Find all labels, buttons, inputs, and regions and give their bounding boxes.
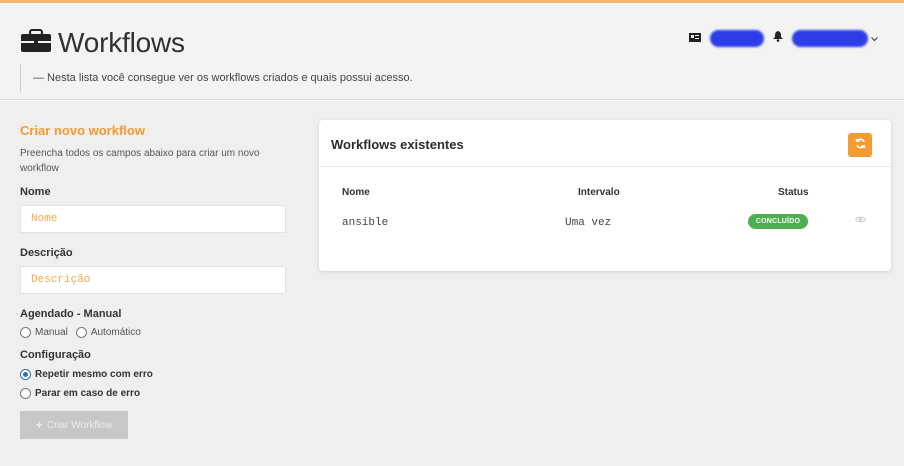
radio-circle-selected[interactable]	[20, 369, 31, 380]
cell-name: ansible	[342, 217, 389, 229]
page-header: Workflows — Nesta lista você consegue ve…	[0, 3, 904, 100]
briefcase-icon	[20, 28, 52, 58]
radio-label: Parar em caso de erro	[35, 388, 141, 399]
radio-label: Manual	[35, 327, 68, 338]
page-title: Workflows	[58, 27, 185, 58]
config-repeat-radio[interactable]: Repetir mesmo com erro	[20, 369, 300, 380]
radio-circle[interactable]	[75, 327, 87, 338]
column-header-status: Status	[778, 187, 809, 198]
create-button-label: Criar Workflow	[46, 419, 113, 431]
redacted-user-name[interactable]	[792, 29, 868, 47]
cell-interval: Uma vez	[565, 217, 612, 229]
brand: Workflows	[20, 27, 185, 59]
plus-icon: +	[35, 418, 43, 432]
page-subtitle: — Nesta lista você consegue ver os workf…	[33, 72, 413, 84]
card-header: Workflows existentes	[319, 120, 891, 167]
name-input[interactable]	[20, 205, 286, 233]
refresh-icon	[854, 138, 866, 152]
radio-circle[interactable]	[20, 327, 31, 338]
radio-label: Automático	[90, 327, 141, 338]
config-stop-radio[interactable]: Parar em caso de erro	[20, 388, 300, 399]
card-title: Workflows existentes	[331, 137, 464, 152]
description-label: Descrição	[20, 247, 73, 259]
main-content: Criar novo workflow Preencha todos os ca…	[0, 101, 904, 466]
schedule-manual-radio[interactable]: Manual	[20, 327, 68, 338]
description-input[interactable]	[20, 266, 286, 294]
schedule-automatic-radio[interactable]: Automático	[75, 327, 141, 338]
status-badge: CONCLUÍDO	[748, 214, 808, 229]
eye-icon[interactable]	[854, 215, 867, 226]
column-header-interval: Intervalo	[578, 187, 620, 198]
name-label: Nome	[20, 186, 51, 198]
bell-icon[interactable]	[773, 29, 783, 47]
config-label: Configuração	[20, 349, 91, 361]
form-title: Criar novo workflow	[20, 123, 145, 138]
form-description: Preencha todos os campos abaixo para cri…	[20, 148, 260, 174]
existing-workflows-card: Workflows existentes Nome Intervalo Stat…	[319, 120, 891, 271]
column-header-name: Nome	[342, 187, 370, 198]
id-card-icon[interactable]	[689, 29, 701, 47]
create-workflow-form: Criar novo workflow Preencha todos os ca…	[20, 123, 300, 439]
schedule-options: Manual Automático	[20, 327, 300, 338]
create-workflow-button[interactable]: + Criar Workflow	[20, 411, 128, 439]
redacted-text	[710, 29, 764, 47]
radio-circle[interactable]	[20, 388, 31, 399]
user-area	[689, 29, 878, 47]
radio-label: Repetir mesmo com erro	[35, 369, 153, 380]
schedule-label: Agendado - Manual	[20, 308, 122, 320]
chevron-down-icon[interactable]	[871, 29, 878, 47]
subtitle-row: — Nesta lista você consegue ver os workf…	[20, 64, 880, 92]
refresh-button[interactable]	[848, 133, 872, 157]
